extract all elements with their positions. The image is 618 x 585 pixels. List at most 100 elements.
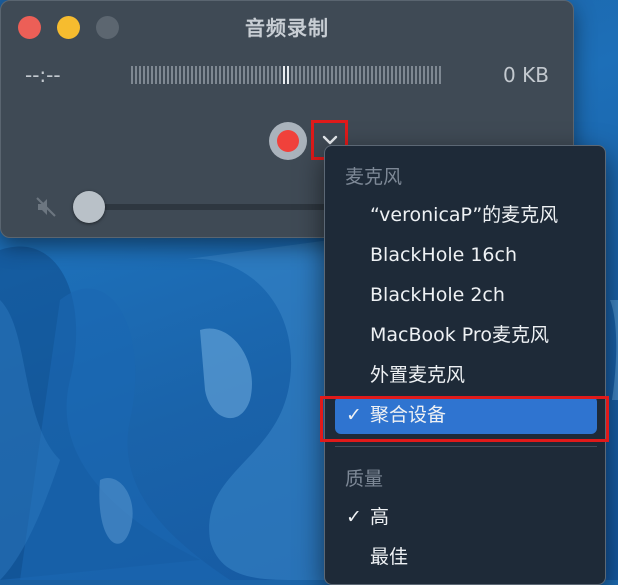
menu-item-label: MacBook Pro麦克风 — [370, 324, 549, 346]
menu-item-microphone[interactable]: 外置麦克风 — [335, 356, 597, 394]
level-meter-tick — [391, 66, 393, 84]
checkmark-icon: ✓ — [346, 404, 362, 426]
menu-item-label: 外置麦克风 — [370, 364, 466, 386]
level-meter-tick — [291, 66, 293, 84]
level-meter-tick — [355, 66, 357, 84]
audio-level-meter — [131, 66, 443, 84]
level-meter-tick — [287, 66, 289, 84]
level-meter-tick — [227, 66, 229, 84]
level-meter-tick — [439, 66, 441, 84]
level-meter-tick — [407, 66, 409, 84]
menu-item-microphone-selected[interactable]: ✓ 聚合设备 — [335, 396, 597, 434]
level-meter-tick — [207, 66, 209, 84]
level-meter-tick — [327, 66, 329, 84]
level-meter-tick — [199, 66, 201, 84]
level-meter-tick — [435, 66, 437, 84]
level-meter-tick — [299, 66, 301, 84]
menu-item-microphone[interactable]: BlackHole 16ch — [335, 236, 597, 274]
level-meter-tick — [147, 66, 149, 84]
menu-header-microphone: 麦克风 — [345, 166, 403, 188]
level-meter-tick — [203, 66, 205, 84]
elapsed-time: --:-- — [25, 63, 61, 87]
level-meter-tick — [155, 66, 157, 84]
level-meter-tick — [223, 66, 225, 84]
menu-item-quality-selected[interactable]: ✓ 高 — [335, 498, 597, 536]
menu-item-quality[interactable]: 最佳 — [335, 538, 597, 576]
level-meter-tick — [191, 66, 193, 84]
level-meter-tick — [235, 66, 237, 84]
level-meter-tick — [219, 66, 221, 84]
level-meter-tick — [335, 66, 337, 84]
level-meter-tick — [295, 66, 297, 84]
menu-item-label: 聚合设备 — [370, 404, 447, 426]
menu-item-label: BlackHole 16ch — [370, 244, 517, 266]
level-meter-tick — [339, 66, 341, 84]
level-meter-tick — [375, 66, 377, 84]
level-meter-tick — [271, 66, 273, 84]
level-meter-tick — [399, 66, 401, 84]
menu-item-label: 最佳 — [370, 546, 409, 568]
level-meter-tick — [343, 66, 345, 84]
level-meter-tick — [131, 66, 133, 84]
menu-item-label: BlackHole 2ch — [370, 284, 505, 306]
level-meter-tick — [323, 66, 325, 84]
level-meter-tick — [159, 66, 161, 84]
record-button[interactable] — [269, 122, 307, 160]
level-meter-tick — [419, 66, 421, 84]
level-meter-tick — [243, 66, 245, 84]
level-meter-tick — [347, 66, 349, 84]
level-meter-tick — [423, 66, 425, 84]
level-meter-tick — [251, 66, 253, 84]
record-icon — [277, 130, 299, 152]
level-meter-tick — [259, 66, 261, 84]
level-meter-tick — [411, 66, 413, 84]
level-meter-tick — [395, 66, 397, 84]
level-meter-tick — [171, 66, 173, 84]
level-meter-tick — [143, 66, 145, 84]
file-size: 0 KB — [503, 63, 549, 87]
level-meter-tick — [263, 66, 265, 84]
mute-icon[interactable] — [34, 195, 58, 219]
volume-slider-knob[interactable] — [73, 191, 105, 223]
level-meter-tick — [255, 66, 257, 84]
level-meter-tick — [275, 66, 277, 84]
level-meter-tick — [187, 66, 189, 84]
window-title: 音频录制 — [245, 16, 329, 40]
level-meter-tick — [163, 66, 165, 84]
volume-slider-track[interactable] — [89, 204, 329, 210]
level-meter-tick — [371, 66, 373, 84]
level-meter-tick — [427, 66, 429, 84]
level-meter-tick — [311, 66, 313, 84]
level-meter-tick — [415, 66, 417, 84]
level-meter-tick — [279, 66, 281, 84]
level-meter-tick — [319, 66, 321, 84]
level-meter-tick — [315, 66, 317, 84]
level-meter-tick — [151, 66, 153, 84]
level-meter-tick — [135, 66, 137, 84]
level-meter-tick — [195, 66, 197, 84]
level-meter-tick — [211, 66, 213, 84]
input-options-menu: 麦克风 “veronicaP”的麦克风 BlackHole 16ch Black… — [324, 145, 606, 585]
level-meter-tick — [307, 66, 309, 84]
level-meter-tick — [179, 66, 181, 84]
level-meter-tick — [247, 66, 249, 84]
menu-item-microphone[interactable]: MacBook Pro麦克风 — [335, 316, 597, 354]
menu-item-label: 高 — [370, 506, 390, 528]
menu-header-quality: 质量 — [345, 468, 384, 490]
level-meter-tick — [359, 66, 361, 84]
chevron-down-icon — [322, 135, 337, 145]
menu-separator — [335, 446, 597, 447]
menu-item-microphone[interactable]: BlackHole 2ch — [335, 276, 597, 314]
level-meter-tick — [387, 66, 389, 84]
level-meter-tick — [351, 66, 353, 84]
level-meter-tick — [403, 66, 405, 84]
menu-item-microphone[interactable]: “veronicaP”的麦克风 — [335, 196, 597, 234]
level-meter-tick — [231, 66, 233, 84]
level-meter-tick — [331, 66, 333, 84]
level-meter-tick — [363, 66, 365, 84]
level-meter-tick — [139, 66, 141, 84]
checkmark-icon: ✓ — [346, 506, 362, 528]
level-meter-tick — [431, 66, 433, 84]
level-meter-tick — [383, 66, 385, 84]
level-meter-tick — [167, 66, 169, 84]
